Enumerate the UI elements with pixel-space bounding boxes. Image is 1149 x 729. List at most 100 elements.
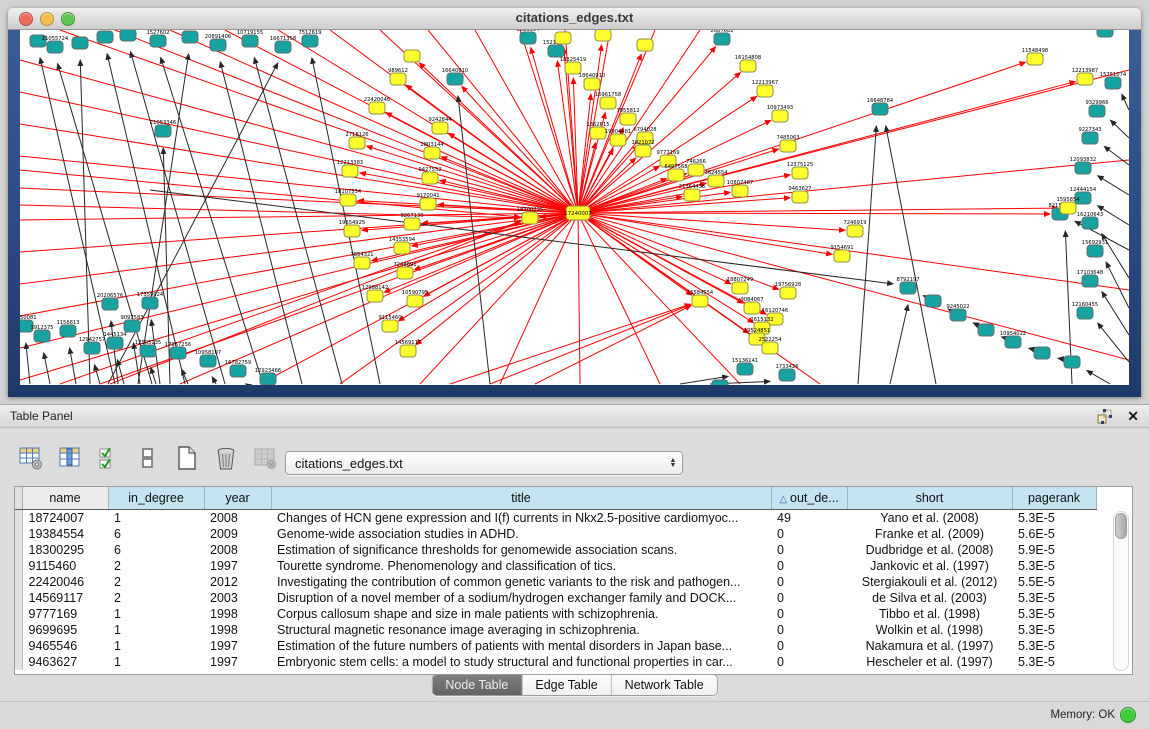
network-node[interactable]: [737, 363, 753, 375]
table-row[interactable]: 969969511998Structural magnetic resonanc…: [15, 622, 1096, 638]
cell-pagerank[interactable]: 5.3E-5: [1012, 558, 1096, 574]
network-node[interactable]: [620, 113, 636, 125]
cell-out_degree[interactable]: 0: [771, 654, 847, 670]
cell-pagerank[interactable]: 5.3E-5: [1012, 606, 1096, 622]
column-header-pagerank[interactable]: pagerank: [1012, 487, 1096, 510]
cell-title[interactable]: Changes of HCN gene expression and I(f) …: [271, 510, 771, 527]
cell-name[interactable]: 19384554: [22, 526, 108, 542]
cell-title[interactable]: Structural magnetic resonance image aver…: [271, 622, 771, 638]
network-node[interactable]: [637, 39, 653, 51]
network-node[interactable]: [34, 330, 50, 342]
network-node[interactable]: [1060, 202, 1076, 214]
network-node[interactable]: [447, 73, 463, 85]
cell-title[interactable]: Estimation of the future numbers of pati…: [271, 638, 771, 654]
cell-year[interactable]: 2008: [204, 510, 271, 527]
tab-network-table[interactable]: Network Table: [612, 675, 717, 695]
network-node[interactable]: [275, 41, 291, 53]
network-node[interactable]: [520, 32, 536, 44]
network-node[interactable]: [354, 257, 370, 269]
cell-pagerank[interactable]: 5.3E-5: [1012, 654, 1096, 670]
network-node[interactable]: [107, 337, 123, 349]
column-header-title[interactable]: title: [271, 487, 771, 510]
new-file-icon[interactable]: [174, 445, 200, 471]
network-node[interactable]: [140, 345, 156, 357]
cell-in_degree[interactable]: 6: [108, 542, 204, 558]
network-node[interactable]: [182, 31, 198, 43]
network-node[interactable]: [424, 147, 440, 159]
network-node[interactable]: [72, 37, 88, 49]
network-node[interactable]: [124, 320, 140, 332]
network-node[interactable]: [780, 287, 796, 299]
network-node[interactable]: [584, 78, 600, 90]
cell-out_degree[interactable]: 0: [771, 638, 847, 654]
network-node[interactable]: [668, 169, 684, 181]
cell-name[interactable]: 14569117: [22, 590, 108, 606]
cell-short[interactable]: Nakamura et al. (1997): [847, 638, 1012, 654]
network-node[interactable]: [714, 33, 730, 45]
table-selector-dropdown[interactable]: citations_edges.txt ▲▼: [285, 451, 683, 475]
network-node[interactable]: [155, 125, 171, 137]
network-node[interactable]: [732, 185, 748, 197]
network-node[interactable]: [900, 282, 916, 294]
network-node[interactable]: [260, 373, 276, 385]
cell-out_degree[interactable]: 0: [771, 542, 847, 558]
network-node[interactable]: [610, 134, 626, 146]
network-node[interactable]: [1005, 336, 1021, 348]
network-node[interactable]: [404, 50, 420, 62]
network-node[interactable]: [242, 35, 258, 47]
network-node[interactable]: [84, 342, 100, 354]
cell-name[interactable]: 9465546: [22, 638, 108, 654]
column-header-short[interactable]: short: [847, 487, 1012, 510]
cell-title[interactable]: Disruption of a novel member of a sodium…: [271, 590, 771, 606]
cell-title[interactable]: Estimation of significance thresholds fo…: [271, 542, 771, 558]
cell-out_degree[interactable]: 0: [771, 526, 847, 542]
cell-title[interactable]: Tourette syndrome. Phenomenology and cla…: [271, 558, 771, 574]
network-node[interactable]: [950, 309, 966, 321]
show-columns-icon[interactable]: [57, 445, 83, 471]
network-node[interactable]: [420, 198, 436, 210]
network-node[interactable]: [847, 225, 863, 237]
network-node[interactable]: [397, 267, 413, 279]
table-vertical-scrollbar[interactable]: [1113, 511, 1129, 671]
cell-out_degree[interactable]: 49: [771, 510, 847, 527]
network-node[interactable]: [590, 127, 606, 139]
network-node[interactable]: [688, 164, 704, 176]
cell-name[interactable]: 18300295: [22, 542, 108, 558]
network-node[interactable]: [834, 250, 850, 262]
cell-pagerank[interactable]: 5.3E-5: [1012, 622, 1096, 638]
network-node[interactable]: [1034, 347, 1050, 359]
float-panel-icon[interactable]: [1096, 408, 1113, 425]
network-node[interactable]: [1082, 132, 1098, 144]
cell-title[interactable]: Embryonic stem cells: a model to study s…: [271, 654, 771, 670]
network-node[interactable]: [1089, 105, 1105, 117]
cell-short[interactable]: Yano et al. (2008): [847, 510, 1012, 527]
network-node[interactable]: [684, 189, 700, 201]
select-all-checks-icon[interactable]: [96, 445, 122, 471]
network-node[interactable]: [1064, 356, 1080, 368]
network-node[interactable]: [712, 380, 728, 385]
cell-year[interactable]: 1997: [204, 638, 271, 654]
network-node[interactable]: [732, 282, 748, 294]
cell-title[interactable]: Genome-wide association studies in ADHD.: [271, 526, 771, 542]
network-node[interactable]: [367, 290, 383, 302]
cell-in_degree[interactable]: 1: [108, 606, 204, 622]
network-node[interactable]: [142, 297, 158, 309]
cell-short[interactable]: de Silva et al. (2003): [847, 590, 1012, 606]
cell-out_degree[interactable]: 0: [771, 558, 847, 574]
cell-out_degree[interactable]: 0: [771, 590, 847, 606]
network-node[interactable]: [394, 242, 410, 254]
network-node[interactable]: [692, 295, 708, 307]
delete-trash-icon[interactable]: [213, 445, 239, 471]
cell-title[interactable]: Investigating the contribution of common…: [271, 574, 771, 590]
cell-pagerank[interactable]: 5.6E-5: [1012, 526, 1096, 542]
cell-pagerank[interactable]: 5.3E-5: [1012, 638, 1096, 654]
deselect-boxes-icon[interactable]: [135, 445, 161, 471]
network-canvas[interactable]: 2105572410653287152760284661602089140610…: [20, 30, 1129, 385]
network-node[interactable]: [872, 103, 888, 115]
zoom-window-button[interactable]: [61, 12, 75, 26]
network-node[interactable]: [522, 212, 538, 224]
network-node[interactable]: [407, 295, 423, 307]
network-node[interactable]: [342, 165, 358, 177]
network-node[interactable]: [102, 298, 118, 310]
cell-in_degree[interactable]: 2: [108, 590, 204, 606]
